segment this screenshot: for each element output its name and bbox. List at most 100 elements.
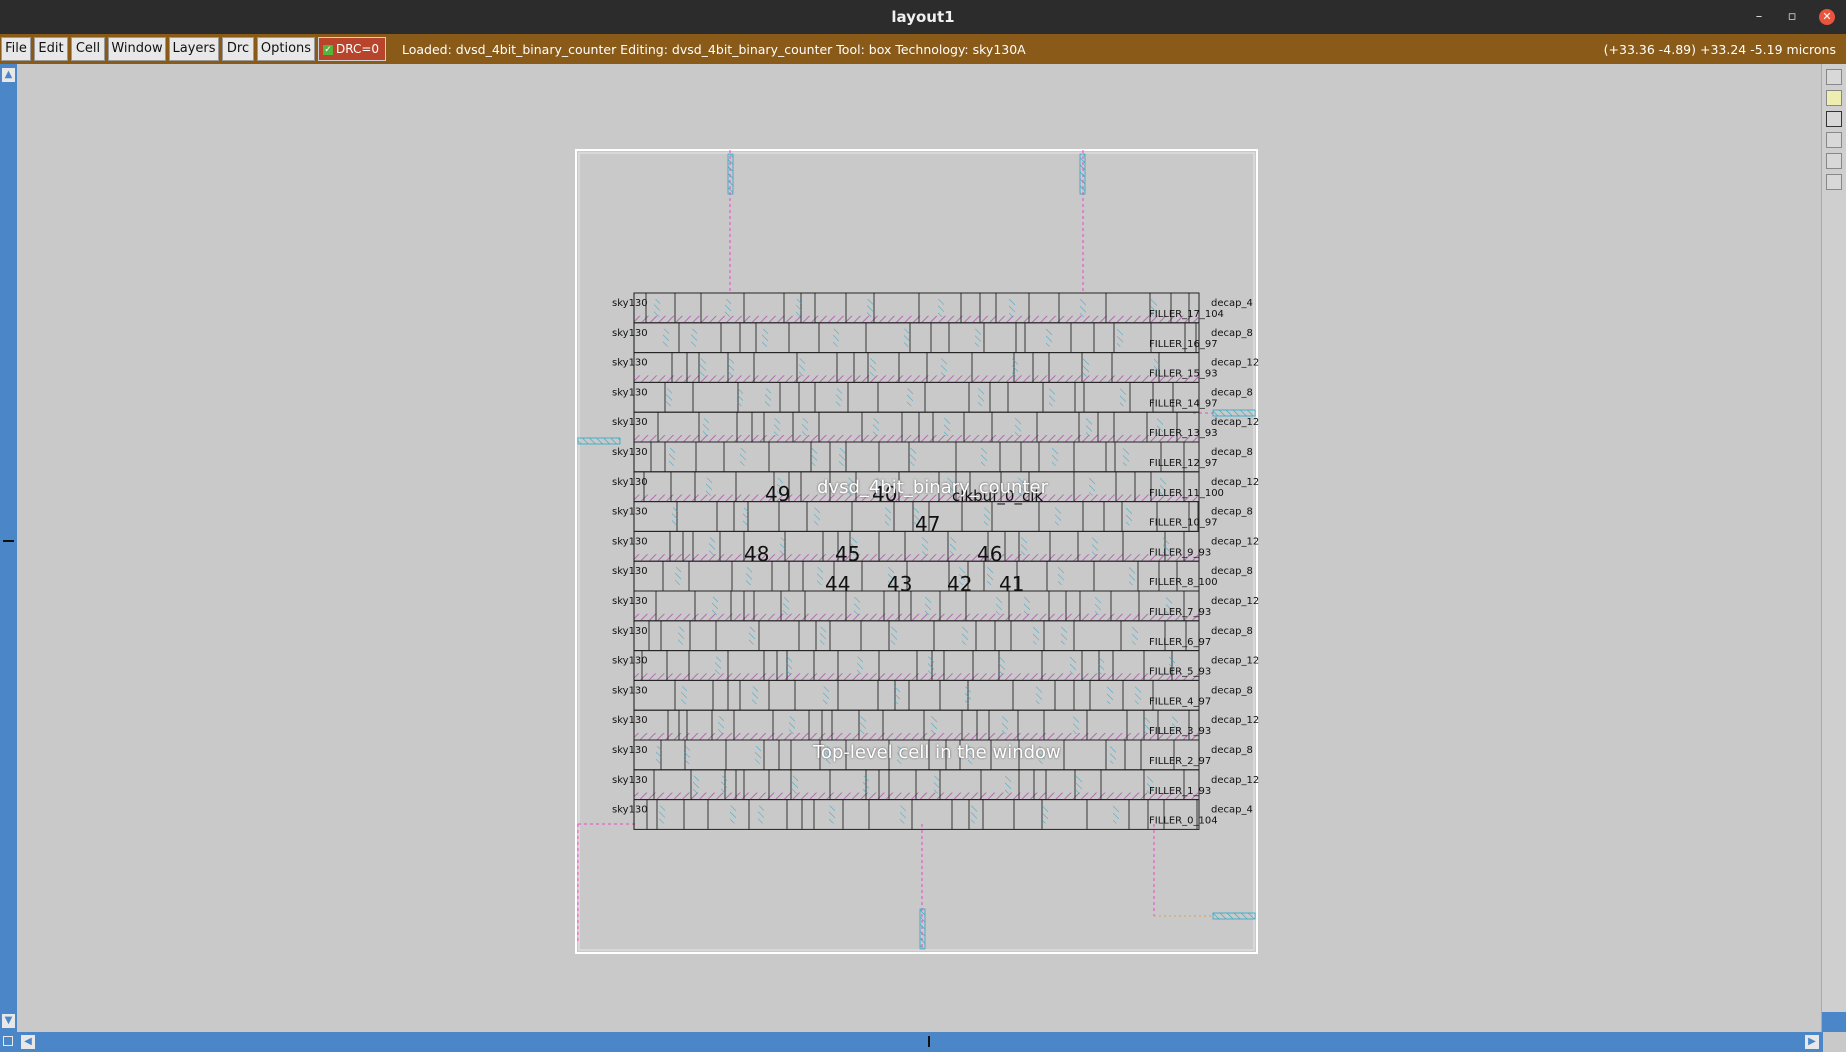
svg-text:45: 45 <box>835 542 860 566</box>
restore-icon[interactable]: ▫ <box>1784 9 1800 25</box>
layout-canvas[interactable]: sky130 FILLER_17_104 decap_4 sky130 FILLER_1… <box>17 64 1822 1032</box>
svg-text:decap_12: decap_12 <box>1211 417 1259 428</box>
svg-text:decap_8: decap_8 <box>1211 387 1253 398</box>
vertical-scroll-thumb[interactable] <box>3 540 14 542</box>
scroll-up-icon[interactable]: ▲ <box>2 68 15 82</box>
status-text: Loaded: dvsd_4bit_binary_counter Editing… <box>402 42 1026 57</box>
svg-text:decap_4: decap_4 <box>1211 805 1253 816</box>
right-scroll-strip <box>1822 1012 1846 1032</box>
horizontal-scrollbar[interactable]: ◀ ▶ <box>17 1032 1823 1052</box>
svg-text:decap_8: decap_8 <box>1211 566 1253 577</box>
svg-text:FILLER_4_97: FILLER_4_97 <box>1149 696 1211 707</box>
svg-text:sky130: sky130 <box>612 566 648 577</box>
svg-text:decap_12: decap_12 <box>1211 358 1259 369</box>
window-titlebar: layout1 – ▫ ✕ <box>0 0 1846 34</box>
menu-drc[interactable]: Drc <box>222 37 254 61</box>
drc-status-button[interactable]: ✓ DRC=0 <box>318 37 386 61</box>
svg-text:decap_8: decap_8 <box>1211 507 1253 518</box>
top-cell-placeholder: Top-level cell in the window <box>813 742 1061 763</box>
svg-text:decap_12: decap_12 <box>1211 656 1259 667</box>
svg-text:decap_8: decap_8 <box>1211 626 1253 637</box>
svg-text:sky130: sky130 <box>612 358 648 369</box>
svg-text:sky130: sky130 <box>612 626 648 637</box>
layer-toggle-icon[interactable] <box>1826 111 1842 127</box>
cursor-coordinates: (+33.36 -4.89) +33.24 -5.19 microns <box>1603 42 1836 57</box>
menu-bar: File Edit Cell Window Layers Drc Options… <box>0 34 1846 64</box>
svg-text:sky130: sky130 <box>612 298 648 309</box>
svg-text:sky130: sky130 <box>612 328 648 339</box>
svg-text:FILLER_1_93: FILLER_1_93 <box>1149 786 1211 797</box>
svg-text:sky130: sky130 <box>612 417 648 428</box>
svg-text:sky130: sky130 <box>612 596 648 607</box>
svg-text:43: 43 <box>887 572 912 596</box>
svg-text:sky130: sky130 <box>612 745 648 756</box>
svg-text:FILLER_14_97: FILLER_14_97 <box>1149 398 1218 409</box>
svg-text:FILLER_9_93: FILLER_9_93 <box>1149 547 1211 558</box>
window-title: layout1 <box>891 8 955 26</box>
svg-text:44: 44 <box>825 572 850 596</box>
drc-label: DRC=0 <box>336 42 380 56</box>
top-cell-name: dvsd_4bit_binary_counter <box>817 477 1048 498</box>
menu-cell[interactable]: Cell <box>71 37 105 61</box>
svg-text:decap_8: decap_8 <box>1211 745 1253 756</box>
svg-text:sky130: sky130 <box>612 685 648 696</box>
layer-toggle-icon[interactable] <box>1826 132 1842 148</box>
scroll-left-icon[interactable]: ◀ <box>21 1035 35 1049</box>
svg-text:FILLER_10_97: FILLER_10_97 <box>1149 518 1218 529</box>
svg-text:48: 48 <box>744 542 769 566</box>
svg-text:FILLER_12_97: FILLER_12_97 <box>1149 458 1218 469</box>
svg-text:FILLER_6_97: FILLER_6_97 <box>1149 637 1211 648</box>
svg-text:46: 46 <box>977 542 1002 566</box>
svg-text:FILLER_7_93: FILLER_7_93 <box>1149 607 1211 618</box>
menu-window[interactable]: Window <box>108 37 166 61</box>
svg-text:FILLER_0_104: FILLER_0_104 <box>1149 816 1218 827</box>
svg-text:decap_12: decap_12 <box>1211 477 1259 488</box>
svg-text:sky130: sky130 <box>612 715 648 726</box>
menu-options[interactable]: Options <box>257 37 315 61</box>
svg-text:sky130: sky130 <box>612 656 648 667</box>
svg-text:FILLER_2_97: FILLER_2_97 <box>1149 756 1211 767</box>
svg-text:decap_12: decap_12 <box>1211 536 1259 547</box>
svg-text:sky130: sky130 <box>612 536 648 547</box>
layer-toggle-icon[interactable] <box>1826 90 1842 106</box>
svg-text:42: 42 <box>947 572 972 596</box>
svg-text:sky130: sky130 <box>612 387 648 398</box>
scroll-down-icon[interactable]: ▼ <box>2 1014 15 1028</box>
svg-text:sky130: sky130 <box>612 775 648 786</box>
svg-text:FILLER_15_93: FILLER_15_93 <box>1149 369 1218 380</box>
svg-text:FILLER_5_93: FILLER_5_93 <box>1149 667 1211 678</box>
svg-text:decap_8: decap_8 <box>1211 447 1253 458</box>
svg-text:sky130: sky130 <box>612 477 648 488</box>
svg-text:decap_12: decap_12 <box>1211 715 1259 726</box>
menu-edit[interactable]: Edit <box>34 37 68 61</box>
scroll-right-icon[interactable]: ▶ <box>1805 1035 1819 1049</box>
svg-text:FILLER_3_93: FILLER_3_93 <box>1149 726 1211 737</box>
svg-text:decap_8: decap_8 <box>1211 685 1253 696</box>
svg-text:FILLER_11_100: FILLER_11_100 <box>1149 488 1224 499</box>
minimize-icon[interactable]: – <box>1751 9 1767 25</box>
horizontal-scroll-thumb[interactable] <box>928 1036 930 1047</box>
svg-text:decap_8: decap_8 <box>1211 328 1253 339</box>
vertical-scrollbar[interactable]: ▲ ▼ <box>0 64 17 1032</box>
svg-text:FILLER_17_104: FILLER_17_104 <box>1149 309 1224 320</box>
svg-text:FILLER_13_93: FILLER_13_93 <box>1149 428 1218 439</box>
layer-toggle-icon[interactable] <box>1826 174 1842 190</box>
svg-text:41: 41 <box>999 572 1024 596</box>
layer-toggle-icon[interactable] <box>1826 153 1842 169</box>
menu-layers[interactable]: Layers <box>169 37 219 61</box>
menu-file[interactable]: File <box>1 37 31 61</box>
close-icon[interactable]: ✕ <box>1819 9 1835 25</box>
layer-toggle-icon[interactable] <box>1826 69 1842 85</box>
check-icon: ✓ <box>323 44 333 55</box>
svg-text:decap_12: decap_12 <box>1211 596 1259 607</box>
svg-text:FILLER_16_97: FILLER_16_97 <box>1149 339 1218 350</box>
layout-drawing[interactable]: sky130FILLER_17_104decap_4sky130FILLER_1… <box>17 64 1822 1032</box>
svg-text:sky130: sky130 <box>612 447 648 458</box>
layer-toolbar <box>1821 64 1846 1032</box>
svg-text:FILLER_8_100: FILLER_8_100 <box>1149 577 1218 588</box>
svg-text:47: 47 <box>915 512 940 536</box>
svg-text:sky130: sky130 <box>612 507 648 518</box>
zoom-box-icon[interactable] <box>0 1032 17 1052</box>
svg-text:decap_4: decap_4 <box>1211 298 1253 309</box>
svg-text:decap_12: decap_12 <box>1211 775 1259 786</box>
